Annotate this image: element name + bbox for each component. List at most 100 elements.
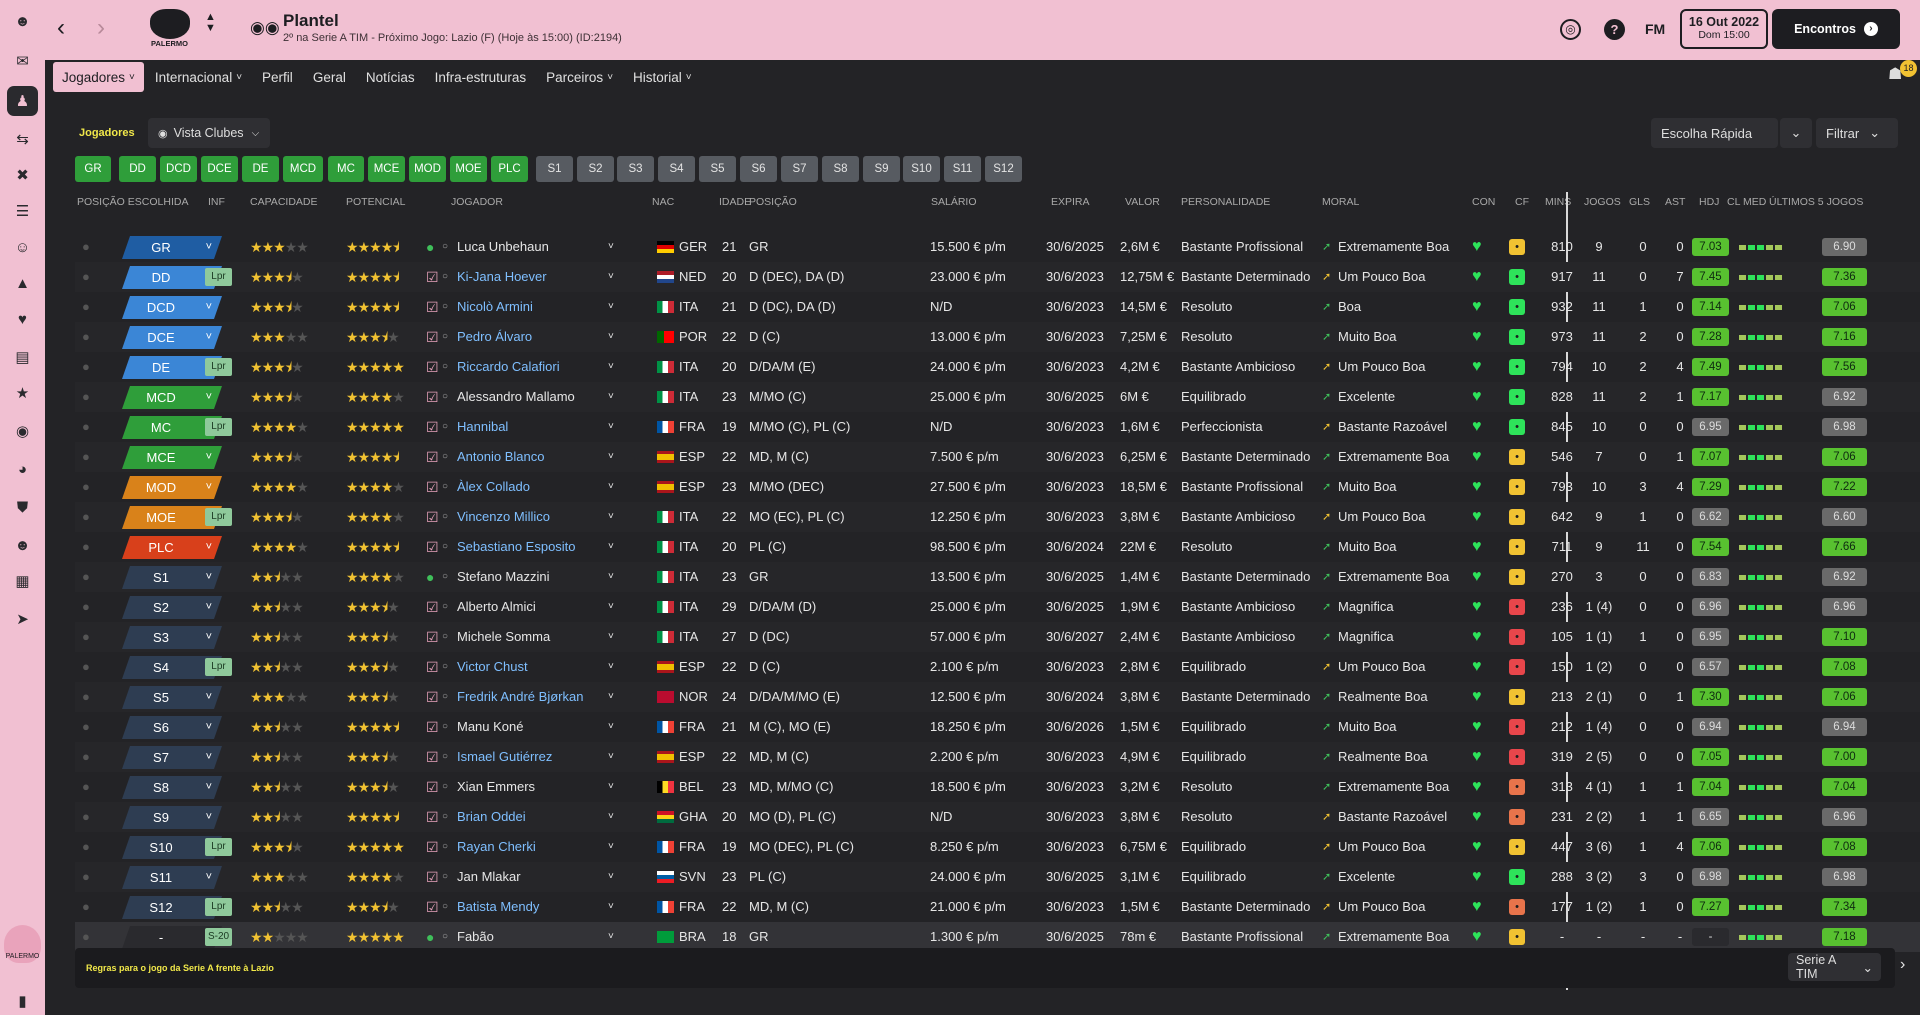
chevron-down-icon[interactable]: ˅ <box>608 682 614 712</box>
table-row[interactable]: ● S6 ˅ ★★⯨★★ ★★★★⯨ ☑ ○ Manu Koné ˅ FRA 21 M (C), MO… <box>75 712 1920 742</box>
chevron-down-icon[interactable]: ˅ <box>608 622 614 652</box>
position-chip[interactable]: PLC <box>491 156 528 182</box>
table-row[interactable]: ● S7 ˅ ★★⯨★★ ★★★⯨★ ☑ ○ Ismael Gutiérrez ˅ ESP 22 MD… <box>75 742 1920 772</box>
select-row-icon[interactable]: ● <box>82 502 90 532</box>
select-row-icon[interactable]: ● <box>82 532 90 562</box>
position-chip[interactable]: MC <box>328 156 364 182</box>
table-row[interactable]: ●S12˅Lpr★★⯨★★★★★⯨★☑○Batista Mendy˅FRA22M… <box>75 892 1920 922</box>
next-icon[interactable]: › <box>1900 956 1905 974</box>
position-select[interactable]: S11 ˅ <box>122 866 222 889</box>
table-row[interactable]: ● DCE ˅ ★★★★★ ★★★⯨★ ☑ ○ Pedro Álvaro ˅ POR 22 D (C)… <box>75 322 1920 352</box>
position-select[interactable]: DCE ˅ <box>122 326 222 349</box>
position-select[interactable]: S1 ˅ <box>122 566 222 589</box>
chevron-down-icon[interactable]: ˅ <box>608 532 614 562</box>
inbox-icon[interactable]: ✉ <box>7 46 38 76</box>
column-header-cf[interactable]: CF <box>1515 196 1529 208</box>
forward-icon[interactable]: › <box>97 14 105 42</box>
column-header-nac[interactable]: NAC <box>652 196 674 208</box>
table-row[interactable]: ● DCD ˅ ★★★⯨★ ★★★★⯨ ☑ ○ Nicolò Armini ˅ ITA 21 D (D… <box>75 292 1920 322</box>
player-name[interactable]: Victor Chust <box>457 652 528 682</box>
schedule-icon[interactable]: ▤ <box>7 342 38 372</box>
chevron-down-icon[interactable]: ˅ <box>608 772 614 802</box>
chevron-down-icon[interactable]: ˅ <box>608 232 614 262</box>
chevron-down-icon[interactable]: ˅ <box>608 292 614 322</box>
filter-button[interactable]: Filtrar ⌄ <box>1816 118 1898 148</box>
competitions-icon[interactable]: ★ <box>7 378 38 408</box>
select-row-icon[interactable]: ● <box>82 622 90 652</box>
chevron-down-icon[interactable]: ˅ <box>608 862 614 892</box>
quick-pick-dropdown[interactable]: ⌄ <box>1780 118 1812 148</box>
position-chip[interactable]: S1 <box>536 156 573 182</box>
table-row[interactable]: ● PLC ˅ ★★★★★ ★★★★⯨ ☑ ○ Sebastiano Esposito ˅ ITA… <box>75 532 1920 562</box>
tab-perfil[interactable]: Perfil <box>253 62 302 92</box>
player-name[interactable]: Alberto Almici <box>457 592 536 622</box>
chevron-down-icon[interactable]: ˅ <box>608 472 614 502</box>
table-row[interactable]: ● S2 ˅ ★★⯨★★ ★★★⯨★ ☑ ○ Alberto Almici ˅ ITA 29 D/DA… <box>75 592 1920 622</box>
position-chip[interactable]: DD <box>119 156 156 182</box>
staff-icon[interactable]: ☺ <box>7 232 38 262</box>
player-name[interactable]: Riccardo Calafiori <box>457 352 560 382</box>
position-select[interactable]: S6 ˅ <box>122 716 222 739</box>
select-row-icon[interactable]: ● <box>82 292 90 322</box>
table-row[interactable]: ● S3 ˅ ★★⯨★★ ★★★⯨★ ☑ ○ Michele Somma ˅ ITA 27 D (DC… <box>75 622 1920 652</box>
position-select[interactable]: GR ˅ <box>122 236 222 259</box>
player-name[interactable]: Luca Unbehaun <box>457 232 549 262</box>
position-select[interactable]: MCE ˅ <box>122 446 222 469</box>
position-select[interactable]: S9 ˅ <box>122 806 222 829</box>
column-header-pers[interactable]: PERSONALIDADE <box>1181 196 1270 208</box>
player-name[interactable]: Vincenzo Millico <box>457 502 550 532</box>
select-row-icon[interactable]: ● <box>82 892 90 922</box>
club-badge-icon[interactable]: PALERMO <box>4 925 41 963</box>
column-header-idade[interactable]: IDADE <box>719 196 751 208</box>
position-chip[interactable]: S5 <box>699 156 736 182</box>
board-icon[interactable]: ☻ <box>7 530 38 560</box>
tab-infra-estruturas[interactable]: Infra-estruturas <box>426 62 536 92</box>
position-chip[interactable]: S3 <box>617 156 654 182</box>
select-row-icon[interactable]: ● <box>82 472 90 502</box>
development-icon[interactable]: ➤ <box>7 604 38 634</box>
select-row-icon[interactable]: ● <box>82 232 90 262</box>
medical-icon[interactable]: ♥ <box>7 304 38 334</box>
player-name[interactable]: Nicolò Armini <box>457 292 533 322</box>
table-row[interactable]: ●S4˅Lpr★★⯨★★★★★⯨★☑○Victor Chust˅ESP22D (… <box>75 652 1920 682</box>
select-row-icon[interactable]: ● <box>82 592 90 622</box>
column-header-ast[interactable]: AST <box>1665 196 1685 208</box>
player-name[interactable]: Fredrik André Bjørkan <box>457 682 583 712</box>
position-chip[interactable]: MCD <box>283 156 323 182</box>
column-header-con[interactable]: CON <box>1472 196 1495 208</box>
chevron-down-icon[interactable]: ˅ <box>608 262 614 292</box>
chevron-down-icon[interactable]: ˅ <box>608 802 614 832</box>
chevron-down-icon[interactable]: ˅ <box>608 562 614 592</box>
player-name[interactable]: Àlex Collado <box>457 472 530 502</box>
select-row-icon[interactable]: ● <box>82 862 90 892</box>
position-select[interactable]: MOD ˅ <box>122 476 222 499</box>
column-header-mor[interactable]: MORAL <box>1322 196 1359 208</box>
training-icon[interactable]: ▲ <box>7 268 38 298</box>
tab-notícias[interactable]: Notícias <box>357 62 424 92</box>
table-row[interactable]: ●MC˅Lpr★★★★★★★★★★☑○Hannibal˅FRA19M/MO (C… <box>75 412 1920 442</box>
clipboard-icon[interactable]: ☰ <box>7 196 38 226</box>
position-select[interactable]: S3 ˅ <box>122 626 222 649</box>
column-header-gls[interactable]: GLS <box>1629 196 1650 208</box>
table-row[interactable]: ● S9 ˅ ★★⯨★★ ★★★★⯨ ☑ ○ Brian Oddei ˅ GHA 20 MO (D),… <box>75 802 1920 832</box>
tab-internacional[interactable]: Internacional ˅ <box>146 62 251 92</box>
column-header-hdj[interactable]: HDJ <box>1699 196 1719 208</box>
select-row-icon[interactable]: ● <box>82 832 90 862</box>
table-row[interactable]: ●MOE˅Lpr★★★⯨★★★★★★☑○Vincenzo Millico˅ITA… <box>75 502 1920 532</box>
club-crest-icon[interactable] <box>150 9 190 39</box>
select-row-icon[interactable]: ● <box>82 412 90 442</box>
table-row[interactable]: ● MCD ˅ ★★★⯨★ ★★★★★ ☑ ○ Alessandro Mallamo ˅ ITA 2… <box>75 382 1920 412</box>
date-box[interactable]: 16 Out 2022 Dom 15:00 <box>1680 9 1768 49</box>
chevron-down-icon[interactable]: ˅ <box>608 892 614 922</box>
position-chip[interactable]: S10 <box>903 156 940 182</box>
tactics-icon[interactable]: ✖ <box>7 160 38 190</box>
table-row[interactable]: ●S10˅Lpr★★★⯨★★★★★★☑○Rayan Cherki˅FRA19MO… <box>75 832 1920 862</box>
chevron-down-icon[interactable]: ˅ <box>608 832 614 862</box>
column-header-ult[interactable]: ÚLTIMOS 5 JOGOS <box>1769 196 1863 208</box>
select-row-icon[interactable]: ● <box>82 772 90 802</box>
player-name[interactable]: Hannibal <box>457 412 508 442</box>
chevron-down-icon[interactable]: ˅ <box>608 352 614 382</box>
position-chip[interactable]: DE <box>242 156 279 182</box>
tab-geral[interactable]: Geral <box>304 62 355 92</box>
position-chip[interactable]: MCE <box>368 156 405 182</box>
